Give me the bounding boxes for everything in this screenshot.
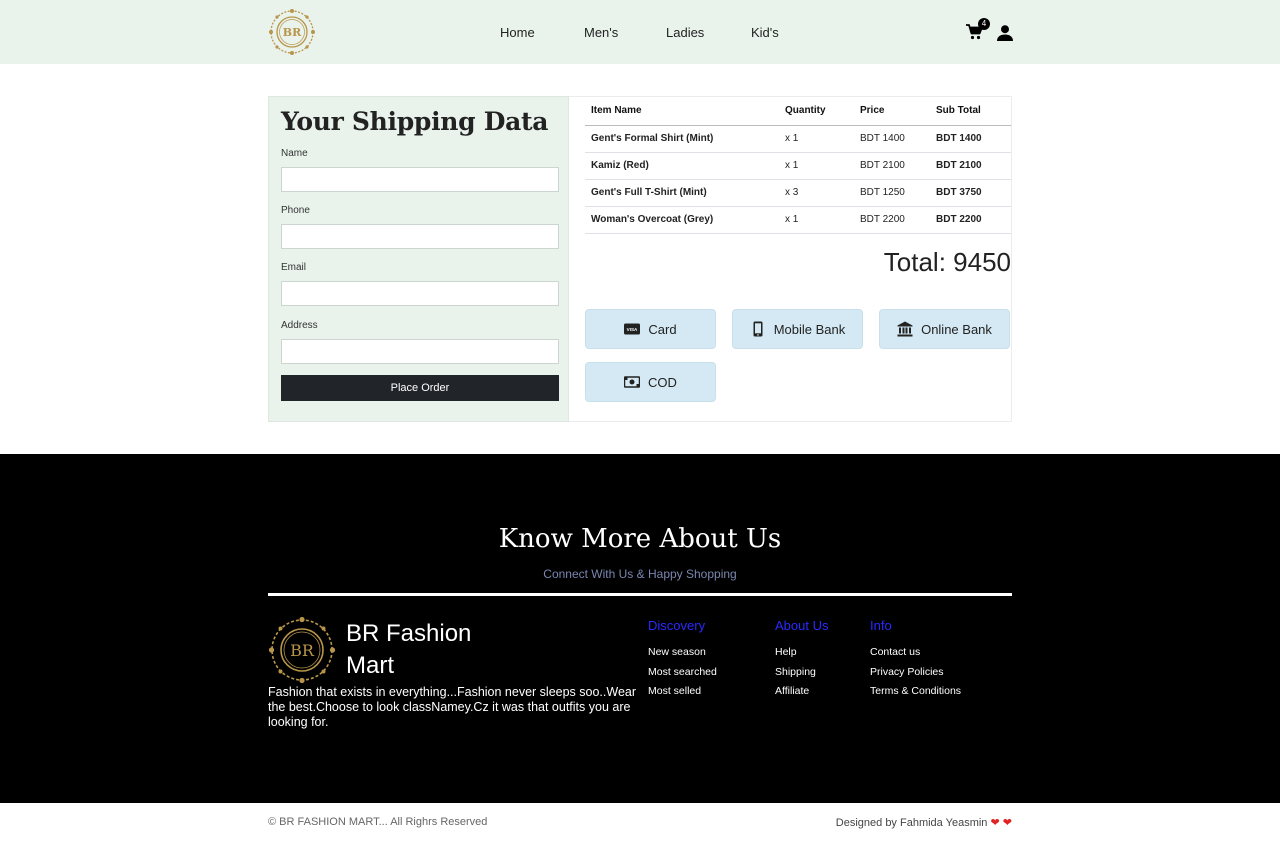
pay-card-button[interactable]: VISA Card [585, 309, 716, 349]
footer: Know More About Us Connect With Us & Hap… [0, 454, 1280, 803]
heart-icon: ❤ ❤ [990, 817, 1013, 829]
footer-col-about: About Us Help Shipping Affiliate [775, 618, 828, 702]
item-quantity: x 1 [779, 206, 854, 234]
item-quantity: x 3 [779, 179, 854, 207]
footer-col-title: Info [870, 618, 892, 633]
pay-card-label: Card [648, 321, 677, 337]
cash-icon [624, 376, 641, 388]
footer-brand-logo-icon: BR [268, 616, 336, 684]
col-price: Price [854, 97, 930, 126]
item-price: BDT 2100 [854, 152, 930, 180]
item-name: Gent's Full T-Shirt (Mint) [585, 179, 779, 207]
col-item-name: Item Name [585, 97, 779, 126]
footer-link-affiliate[interactable]: Affiliate [775, 682, 828, 702]
phone-label: Phone [281, 205, 310, 216]
item-name: Woman's Overcoat (Grey) [585, 206, 779, 234]
footer-link-shipping[interactable]: Shipping [775, 663, 828, 683]
designed-by: Designed by Fahmida Yeasmin ❤ ❤ [836, 816, 1012, 829]
item-price: BDT 1250 [854, 179, 930, 207]
footer-link-terms[interactable]: Terms & Conditions [870, 682, 961, 702]
footer-col-title: About Us [775, 618, 829, 633]
item-sub-total: BDT 2200 [930, 206, 1011, 234]
footer-link-privacy[interactable]: Privacy Policies [870, 663, 961, 683]
pay-cod-label: COD [648, 374, 677, 390]
order-table-header: Item Name Quantity Price Sub Total [585, 97, 1011, 126]
footer-link-help[interactable]: Help [775, 643, 828, 663]
name-label: Name [281, 148, 308, 159]
bank-icon [897, 321, 913, 337]
place-order-button[interactable]: Place Order [281, 375, 559, 401]
shipping-form: Your Shipping Data Name Phone Email Addr… [268, 96, 569, 422]
user-icon[interactable] [997, 25, 1013, 41]
bottom-bar: © BR FASHION MART... All Righrs Reserved… [0, 803, 1280, 847]
pay-online-bank-label: Online Bank [921, 321, 992, 337]
pay-mobile-bank-label: Mobile Bank [773, 321, 846, 337]
footer-col-title: Discovery [648, 618, 706, 633]
order-total: Total: 9450 [883, 247, 1011, 277]
item-sub-total: BDT 2100 [930, 152, 1011, 180]
nav-home-link[interactable]: Home [500, 25, 535, 40]
table-row: Woman's Overcoat (Grey) x 1 BDT 2200 BDT… [585, 206, 1011, 234]
svg-text:BR: BR [290, 641, 315, 660]
phone-input[interactable] [281, 224, 559, 249]
pay-online-bank-button[interactable]: Online Bank [879, 309, 1010, 349]
footer-link-most-searched[interactable]: Most searched [648, 663, 717, 683]
address-label: Address [281, 320, 318, 331]
item-name: Kamiz (Red) [585, 152, 779, 180]
order-table: Item Name Quantity Price Sub Total Gent'… [585, 97, 1011, 234]
table-row: Gent's Formal Shirt (Mint) x 1 BDT 1400 … [585, 125, 1011, 153]
table-row: Kamiz (Red) x 1 BDT 2100 BDT 2100 [585, 152, 1011, 180]
footer-link-most-selled[interactable]: Most selled [648, 682, 717, 702]
footer-col-info: Info Contact us Privacy Policies Terms &… [870, 618, 961, 702]
footer-subtitle: Connect With Us & Happy Shopping [543, 567, 737, 581]
footer-divider [268, 593, 1012, 596]
table-row: Gent's Full T-Shirt (Mint) x 3 BDT 1250 … [585, 179, 1011, 207]
nav-ladies-link[interactable]: Ladies [666, 25, 704, 40]
designed-by-text: Designed by Fahmida Yeasmin [835, 817, 988, 829]
name-input[interactable] [281, 167, 559, 192]
email-label: Email [281, 262, 307, 273]
shipping-title: Your Shipping Data [281, 107, 549, 136]
visa-card-icon: VISA [624, 323, 641, 335]
item-quantity: x 1 [779, 125, 854, 153]
copyright-text: © BR FASHION MART... All Righrs Reserved [268, 816, 488, 828]
order-summary: Item Name Quantity Price Sub Total Gent'… [569, 96, 1012, 422]
footer-col-discovery: Discovery New season Most searched Most … [648, 618, 717, 702]
svg-text:VISA: VISA [627, 327, 638, 332]
item-sub-total: BDT 3750 [930, 179, 1011, 207]
cart-count-badge: 4 [978, 18, 990, 30]
nav-links: Home Men's Ladies Kid's [0, 0, 1280, 64]
pay-cod-button[interactable]: COD [585, 362, 716, 402]
nav-kids-link[interactable]: Kid's [751, 25, 779, 40]
footer-link-new-season[interactable]: New season [648, 643, 717, 663]
col-sub-total: Sub Total [930, 97, 1011, 126]
item-name: Gent's Formal Shirt (Mint) [585, 125, 779, 153]
email-input[interactable] [281, 281, 559, 306]
mobile-phone-icon [753, 321, 763, 337]
pay-mobile-bank-button[interactable]: Mobile Bank [732, 309, 863, 349]
nav-mens-link[interactable]: Men's [584, 25, 618, 40]
footer-title: Know More About Us [498, 524, 782, 554]
item-price: BDT 2200 [854, 206, 930, 234]
col-quantity: Quantity [779, 97, 854, 126]
item-quantity: x 1 [779, 152, 854, 180]
item-sub-total: BDT 1400 [930, 125, 1011, 153]
footer-brand-description: Fashion that exists in everything...Fash… [268, 685, 637, 729]
address-input[interactable] [281, 339, 559, 364]
footer-link-contact[interactable]: Contact us [870, 643, 961, 663]
nav-icons: 4 [966, 18, 1016, 44]
footer-brand-name: BR Fashion Mart [346, 620, 472, 679]
item-price: BDT 1400 [854, 125, 930, 153]
navbar: BR Home Men's Ladies Kid's 4 [0, 0, 1280, 64]
